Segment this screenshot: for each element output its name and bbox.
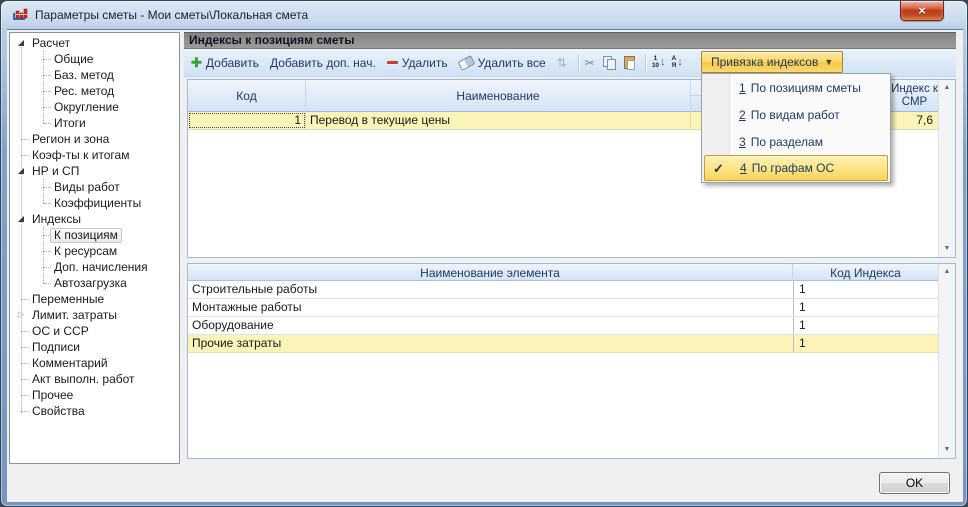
menu-item-by-os-columns[interactable]: ✓ 4 По графам ОС [704, 155, 888, 181]
expander-open-icon[interactable]: ◢ [15, 163, 27, 179]
tree-item-obshchie[interactable]: Общие [10, 51, 179, 67]
settings-tree: ◢Расчет Общие Баз. метод Рес. метод Окру… [10, 33, 179, 419]
section-title: Индексы к позициям сметы [189, 33, 355, 47]
elements-table-header: Наименование элемента Код Индекса [188, 264, 938, 281]
column-header-code[interactable]: Код [188, 80, 306, 112]
tree-item-peremennye[interactable]: Переменные [10, 291, 179, 307]
column-header-element-name[interactable]: Наименование элемента [188, 264, 793, 281]
cell-element-name[interactable]: Оборудование [188, 317, 793, 334]
cell-index-code[interactable]: 1 [793, 317, 938, 334]
expander-open-icon[interactable]: ◢ [15, 211, 27, 227]
cell-name[interactable]: Перевод в текущие цены [306, 112, 691, 129]
toolbar-separator [645, 54, 646, 72]
scroll-down-icon[interactable]: ▼ [939, 241, 955, 257]
close-button[interactable]: × [900, 1, 944, 21]
add-extra-charge-button[interactable]: Добавить доп. нач. [270, 56, 376, 70]
tree-item-svoystva[interactable]: Свойства [10, 403, 179, 419]
tree-item-k-poziciyam[interactable]: К позициям [10, 227, 179, 243]
toolbar-separator [578, 54, 579, 72]
binding-indexes-menu: 1 По позициям сметы 2 По видам работ 3 П… [701, 73, 891, 183]
title-bar[interactable]: Параметры сметы - Мои сметы\Локальная см… [1, 1, 967, 29]
tree-item-baz-metod[interactable]: Баз. метод [10, 67, 179, 83]
cell-index-smr[interactable]: 7,6 [891, 112, 938, 129]
eraser-icon [457, 55, 475, 71]
cell-code[interactable]: 1 [188, 112, 306, 129]
elements-table-row[interactable]: Оборудование 1 [188, 317, 938, 335]
minus-icon [387, 61, 398, 64]
delete-all-button[interactable]: Удалить все [459, 56, 546, 70]
checkmark-icon: ✓ [713, 161, 724, 177]
column-header-index-code[interactable]: Код Индекса [793, 264, 938, 281]
tree-item-limit-zatraty[interactable]: ▷Лимит. затраты [10, 307, 179, 323]
tree-item-okruglenie[interactable]: Округление [10, 99, 179, 115]
cell-index-code[interactable]: 1 [793, 335, 938, 352]
tree-item-nr-sp[interactable]: ◢НР и СП [10, 163, 179, 179]
window-title: Параметры сметы - Мои сметы\Локальная см… [35, 8, 308, 22]
sort-alpha-icon[interactable]: АЯ ↓ [672, 56, 683, 69]
add-button[interactable]: ✚ Добавить [191, 56, 259, 70]
positions-table-scrollbar[interactable]: ▲ ▼ [938, 80, 955, 257]
tree-item-indeksy[interactable]: ◢Индексы [10, 211, 179, 227]
dialog-window: Параметры сметы - Мои сметы\Локальная см… [0, 0, 968, 507]
transfer-arrows-icon[interactable]: ⇅ [557, 57, 567, 69]
tree-item-koef-itogam[interactable]: Коэф-ты к итогам [10, 147, 179, 163]
column-header-name[interactable]: Наименование [306, 80, 691, 112]
menu-item-by-sections[interactable]: 3 По разделам [702, 128, 890, 155]
close-icon: × [918, 4, 926, 17]
tree-item-k-resursam[interactable]: К ресурсам [10, 243, 179, 259]
elements-table: Наименование элемента Код Индекса Строит… [187, 263, 956, 459]
section-header: Индексы к позициям сметы [184, 32, 956, 49]
binding-indexes-dropdown-button[interactable]: Привязка индексов ▼ [701, 51, 843, 73]
chevron-down-icon: ▼ [824, 57, 833, 67]
cell-element-name[interactable]: Строительные работы [188, 281, 793, 298]
cell-index-code[interactable]: 1 [793, 299, 938, 316]
menu-item-by-work-types[interactable]: 2 По видам работ [702, 101, 890, 128]
copy-icon[interactable] [603, 56, 616, 70]
tree-item-res-metod[interactable]: Рес. метод [10, 83, 179, 99]
scroll-up-icon[interactable]: ▲ [939, 264, 955, 280]
elements-table-row[interactable]: Монтажные работы 1 [188, 299, 938, 317]
ok-button[interactable]: OK [879, 472, 950, 494]
elements-table-row-selected[interactable]: Прочие затраты 1 [188, 335, 938, 353]
tree-item-avtozagruzka[interactable]: Автозагрузка [10, 275, 179, 291]
cell-element-name[interactable]: Прочие затраты [188, 335, 793, 352]
tree-item-podpisi[interactable]: Подписи [10, 339, 179, 355]
delete-button[interactable]: Удалить [387, 56, 448, 70]
tree-item-kommentariy[interactable]: Комментарий [10, 355, 179, 371]
expander-closed-icon[interactable]: ▷ [15, 307, 27, 323]
tree-item-os-ssr[interactable]: ОС и ССР [10, 323, 179, 339]
scroll-down-icon[interactable]: ▼ [939, 442, 955, 458]
expander-open-icon[interactable]: ◢ [15, 35, 27, 51]
paste-icon[interactable] [624, 56, 635, 69]
app-icon [12, 7, 28, 23]
sort-numeric-icon[interactable]: 110 ↓ [652, 56, 666, 69]
tree-item-prochee[interactable]: Прочее [10, 387, 179, 403]
tree-item-koefficienty[interactable]: Коэффициенты [10, 195, 179, 211]
tree-item-itogi[interactable]: Итоги [10, 115, 179, 131]
elements-table-scrollbar[interactable]: ▲ ▼ [938, 264, 955, 458]
tree-item-region[interactable]: Регион и зона [10, 131, 179, 147]
elements-table-row[interactable]: Строительные работы 1 [188, 281, 938, 299]
column-header-index-smr[interactable]: Индекс к СМР [891, 80, 938, 112]
tree-item-vidy-rabot[interactable]: Виды работ [10, 179, 179, 195]
menu-item-by-positions[interactable]: 1 По позициям сметы [702, 74, 890, 101]
cell-element-name[interactable]: Монтажные работы [188, 299, 793, 316]
tree-item-raschet[interactable]: ◢Расчет [10, 35, 179, 51]
settings-tree-panel: ◢Расчет Общие Баз. метод Рес. метод Окру… [9, 32, 180, 464]
tree-item-dop-nachisleniya[interactable]: Доп. начисления [10, 259, 179, 275]
plus-icon: ✚ [191, 56, 202, 69]
tree-item-akt-vypoln-rabot[interactable]: Акт выполн. работ [10, 371, 179, 387]
cut-icon[interactable]: ✂ [585, 56, 595, 70]
cell-index-code[interactable]: 1 [793, 281, 938, 298]
scroll-up-icon[interactable]: ▲ [939, 80, 955, 96]
